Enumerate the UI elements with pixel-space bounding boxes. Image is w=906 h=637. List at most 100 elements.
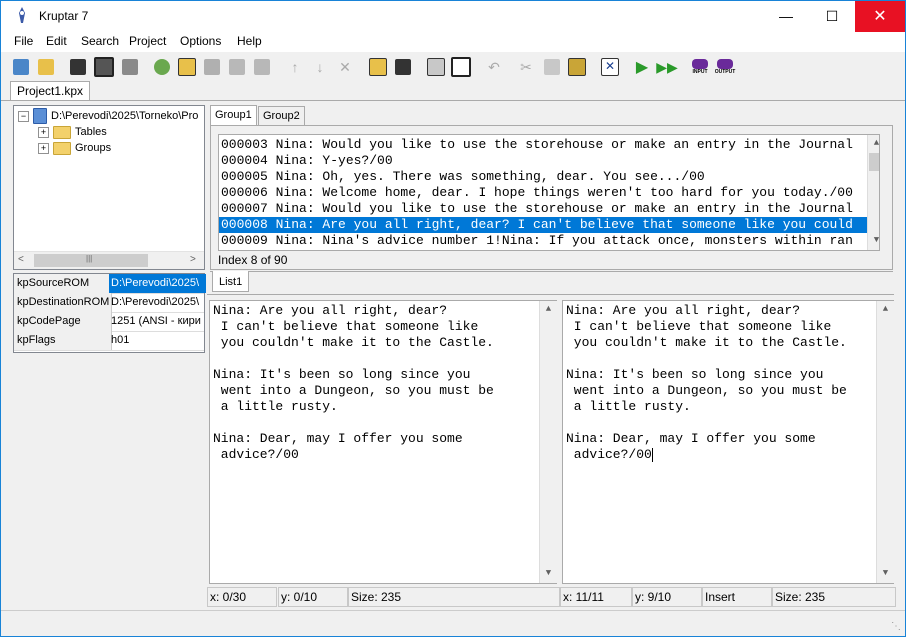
scroll-up-icon[interactable]: ▲ bbox=[868, 135, 879, 152]
paste-icon[interactable] bbox=[566, 56, 588, 78]
import-icon[interactable] bbox=[367, 56, 389, 78]
property-row[interactable]: kpDestinationROM D:\Perevodi\2025\ bbox=[14, 293, 204, 313]
list-item[interactable]: 000004 Nina: Y-yes?/00 bbox=[221, 153, 393, 169]
scroll-down-icon[interactable]: ▼ bbox=[868, 232, 879, 249]
open-icon[interactable] bbox=[35, 56, 57, 78]
open-folder-icon[interactable] bbox=[176, 56, 198, 78]
disabled-copy-icon bbox=[226, 56, 248, 78]
tree-horizontal-scrollbar[interactable]: < ||| > bbox=[14, 251, 204, 269]
title-bar: Kruptar 7 — ☐ ✕ bbox=[1, 1, 905, 32]
menu-search[interactable]: Search bbox=[81, 34, 119, 48]
status-left-y: y: 0/10 bbox=[278, 587, 348, 607]
translation-text-editor[interactable]: Nina: Are you all right, dear? I can't b… bbox=[562, 300, 894, 584]
status-left-size: Size: 235 bbox=[348, 587, 560, 607]
cut-icon: ✂ bbox=[520, 58, 532, 75]
project-tab-strip: Project1.kpx bbox=[1, 81, 905, 101]
original-text[interactable]: Nina: Are you all right, dear? I can't b… bbox=[213, 303, 494, 463]
new-project-icon[interactable] bbox=[10, 56, 32, 78]
clear-icon[interactable]: ✕ bbox=[599, 56, 621, 78]
copy-icon bbox=[541, 56, 563, 78]
list-tab-divider bbox=[210, 271, 893, 272]
tab-group2[interactable]: Group2 bbox=[258, 106, 305, 127]
menu-project[interactable]: Project bbox=[129, 34, 166, 48]
disabled-save-icon bbox=[201, 56, 223, 78]
status-left-x: x: 0/30 bbox=[207, 587, 277, 607]
run-all-icon[interactable]: ▶▶ bbox=[656, 56, 678, 78]
string-list[interactable]: 000003 Nina: Would you like to use the s… bbox=[218, 134, 880, 251]
property-row[interactable]: kpSourceROM D:\Perevodi\2025\ bbox=[14, 274, 206, 294]
menu-file[interactable]: File bbox=[14, 34, 33, 48]
move-down-icon: ↓ bbox=[316, 59, 324, 75]
scroll-up-icon[interactable]: ▲ bbox=[540, 301, 557, 318]
original-text-editor[interactable]: Nina: Are you all right, dear? I can't b… bbox=[209, 300, 557, 584]
replace-icon[interactable] bbox=[450, 56, 472, 78]
delete-icon: ✕ bbox=[339, 58, 351, 75]
text-caret bbox=[651, 447, 653, 462]
list-item[interactable]: 000003 Nina: Would you like to use the s… bbox=[221, 137, 853, 153]
folder-icon bbox=[53, 141, 71, 155]
scroll-thumb[interactable]: ||| bbox=[34, 254, 148, 267]
tree-root-label: D:\Perevodi\2025\Torneko\Pro bbox=[51, 110, 199, 122]
expand-icon[interactable]: + bbox=[38, 142, 49, 154]
status-insert-mode: Insert bbox=[702, 587, 772, 607]
collapse-icon[interactable]: − bbox=[18, 110, 29, 122]
status-bar: ⋱ bbox=[1, 610, 905, 635]
menu-options[interactable]: Options bbox=[180, 34, 221, 48]
scroll-thumb[interactable] bbox=[869, 153, 879, 171]
project-file-icon bbox=[33, 108, 47, 125]
tree-item-tables[interactable]: + Tables bbox=[38, 124, 107, 140]
add-rom-icon[interactable] bbox=[151, 56, 173, 78]
main-window: Kruptar 7 — ☐ ✕ File Edit Search Project… bbox=[0, 0, 906, 637]
list-item[interactable]: 000009 Nina: Nina's advice number 1!Nina… bbox=[221, 233, 853, 249]
string-list-panel: 000003 Nina: Would you like to use the s… bbox=[210, 125, 893, 270]
tab-list1[interactable]: List1 bbox=[212, 271, 250, 292]
list-item-selected[interactable]: 000008 Nina: Are you all right, dear? I … bbox=[219, 217, 871, 233]
property-row[interactable]: kpCodePage 1251 (ANSI - кири bbox=[14, 312, 204, 332]
expand-icon[interactable]: + bbox=[38, 126, 49, 138]
close-button[interactable]: ✕ bbox=[855, 1, 905, 32]
menu-bar: File Edit Search Project Options Help bbox=[1, 32, 905, 52]
close-project-icon[interactable] bbox=[119, 56, 141, 78]
tree-item-label: Tables bbox=[75, 126, 107, 138]
save-rom-icon[interactable] bbox=[392, 56, 414, 78]
scroll-left-icon[interactable]: < bbox=[18, 254, 24, 265]
resize-grip-icon[interactable]: ⋱ bbox=[891, 621, 901, 632]
insert-icon[interactable] bbox=[425, 56, 447, 78]
list-item[interactable]: 000005 Nina: Oh, yes. There was somethin… bbox=[221, 169, 705, 185]
input-icon[interactable]: INPUT bbox=[689, 56, 711, 78]
menu-edit[interactable]: Edit bbox=[46, 34, 67, 48]
editor-divider bbox=[207, 294, 894, 295]
tab-divider bbox=[1, 100, 905, 101]
undo-icon: ↶ bbox=[488, 58, 500, 75]
scroll-up-icon[interactable]: ▲ bbox=[877, 301, 894, 318]
property-row[interactable]: kpFlags h01 bbox=[14, 331, 204, 351]
save-all-icon[interactable] bbox=[93, 56, 115, 78]
tab-group1[interactable]: Group1 bbox=[210, 105, 257, 127]
folder-icon bbox=[53, 125, 71, 139]
list-item[interactable]: 000006 Nina: Welcome home, dear. I hope … bbox=[221, 185, 853, 201]
tab-project1[interactable]: Project1.kpx bbox=[10, 81, 91, 101]
run-icon[interactable]: ▶ bbox=[631, 56, 653, 78]
tree-root[interactable]: − D:\Perevodi\2025\Torneko\Pro bbox=[18, 108, 199, 125]
list-item[interactable]: 000007 Nina: Would you like to use the s… bbox=[221, 201, 853, 217]
status-right-y: y: 9/10 bbox=[632, 587, 702, 607]
save-icon[interactable] bbox=[67, 56, 89, 78]
scroll-right-icon[interactable]: > bbox=[190, 254, 196, 265]
translation-text[interactable]: Nina: Are you all right, dear? I can't b… bbox=[566, 303, 847, 463]
index-label: Index 8 of 90 bbox=[218, 253, 288, 267]
list-vertical-scrollbar[interactable]: ▲ ▼ bbox=[867, 135, 879, 250]
app-pen-icon bbox=[19, 7, 25, 23]
menu-help[interactable]: Help bbox=[237, 34, 262, 48]
tree-item-groups[interactable]: + Groups bbox=[38, 140, 111, 156]
window-title: Kruptar 7 bbox=[39, 9, 89, 23]
scroll-down-icon[interactable]: ▼ bbox=[877, 565, 894, 582]
status-right-x: x: 11/11 bbox=[560, 587, 632, 607]
minimize-button[interactable]: — bbox=[763, 1, 809, 32]
editor-left-scrollbar[interactable]: ▲ ▼ bbox=[539, 301, 557, 583]
toolbar: ↑ ↓ ✕ ↶ ✂ ✕ ▶ ▶▶ INPUT OUTPUT bbox=[1, 53, 905, 81]
maximize-button[interactable]: ☐ bbox=[809, 1, 855, 32]
output-icon[interactable]: OUTPUT bbox=[714, 56, 736, 78]
scroll-down-icon[interactable]: ▼ bbox=[540, 565, 557, 582]
tree-item-label: Groups bbox=[75, 142, 112, 154]
editor-right-scrollbar[interactable]: ▲ ▼ bbox=[876, 301, 894, 583]
